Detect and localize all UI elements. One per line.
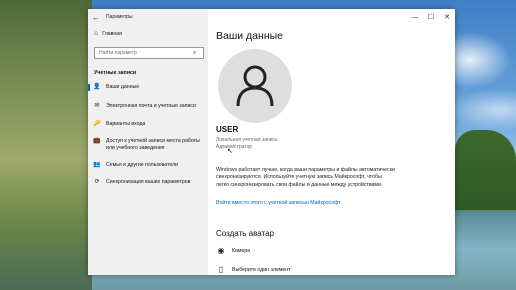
sidebar-item-label: Ваши данные <box>106 84 140 90</box>
main-content: Ваши данные USER Локальная учетная запис… <box>208 25 455 275</box>
key-icon: 🔑 <box>93 121 101 127</box>
browse-icon: ▯ <box>218 265 224 274</box>
search-input[interactable] <box>95 48 191 58</box>
wallpaper-trees-right <box>455 130 516 210</box>
people-icon: 👥 <box>93 162 101 168</box>
camera-icon: ◉ <box>217 246 225 255</box>
mail-icon: ✉ <box>94 103 100 109</box>
minimize-button[interactable]: — <box>407 9 423 25</box>
home-icon: ⌂ <box>94 30 99 37</box>
wallpaper-trees-left <box>0 0 92 290</box>
sidebar-item-label: Электронная почта и учетные записи <box>106 103 196 109</box>
page-title: Ваши данные <box>216 30 283 42</box>
sidebar-item-family-other-users[interactable]: 👥 Семья и другие пользователи <box>88 162 208 179</box>
avatar <box>218 49 292 123</box>
sidebar-item-sync-settings[interactable]: ⟳ Синхронизация ваших параметров <box>88 179 208 196</box>
briefcase-icon: 💼 <box>93 138 101 144</box>
sidebar: ⌂ Главная ⌕ Учетные записи 👤 Ваши данные… <box>88 9 208 275</box>
camera-option[interactable]: ◉ Камера <box>216 246 251 255</box>
sidebar-item-sign-in-options[interactable]: 🔑 Варианты входа <box>88 121 208 138</box>
sidebar-item-email-accounts[interactable]: ✉ Электронная почта и учетные записи <box>88 103 208 121</box>
sidebar-item-label: Варианты входа <box>106 121 146 127</box>
browse-label: Выберите один элемент <box>232 266 291 273</box>
title-bar: ← Параметры — ☐ ✕ <box>88 9 455 25</box>
mouse-cursor-icon: ↖ <box>227 148 233 155</box>
window-controls: — ☐ ✕ <box>407 9 455 25</box>
sync-description: Windows работает лучше, когда ваши парам… <box>216 167 395 188</box>
account-role: Администратор <box>216 144 253 150</box>
sidebar-item-your-info[interactable]: 👤 Ваши данные <box>88 84 208 103</box>
window-title: Параметры <box>106 14 133 20</box>
account-type: Локальная учетная запись <box>216 137 278 143</box>
person-icon: 👤 <box>93 84 101 90</box>
sidebar-item-label: Семья и другие пользователи <box>106 162 178 168</box>
create-avatar-title: Создать аватар <box>216 229 274 238</box>
back-button[interactable]: ← <box>88 9 104 25</box>
sidebar-section-header: Учетные записи <box>94 70 137 76</box>
sidebar-item-label: Синхронизация ваших параметров <box>106 179 191 185</box>
settings-window: ⌂ Главная ⌕ Учетные записи 👤 Ваши данные… <box>88 9 455 275</box>
browse-option[interactable]: ▯ Выберите один элемент <box>216 265 291 274</box>
search-icon[interactable]: ⌕ <box>193 50 196 57</box>
camera-label: Камера <box>232 247 251 254</box>
sidebar-item-label: Доступ к учетной записи места работы или… <box>106 138 200 151</box>
maximize-button[interactable]: ☐ <box>423 9 439 25</box>
sidebar-nav: 👤 Ваши данные ✉ Электронная почта и учет… <box>88 84 208 196</box>
close-button[interactable]: ✕ <box>439 9 455 25</box>
username: USER <box>216 125 239 134</box>
sidebar-item-home[interactable]: ⌂ Главная <box>94 30 122 37</box>
user-silhouette-icon <box>236 65 274 107</box>
sidebar-item-work-school-access[interactable]: 💼 Доступ к учетной записи места работы и… <box>88 138 208 162</box>
sidebar-item-label: Главная <box>102 30 122 37</box>
search-box[interactable]: ⌕ <box>94 47 204 59</box>
sync-icon: ⟳ <box>94 179 100 185</box>
microsoft-signin-link[interactable]: Войти вместо этого с учетной записью Май… <box>216 200 341 206</box>
